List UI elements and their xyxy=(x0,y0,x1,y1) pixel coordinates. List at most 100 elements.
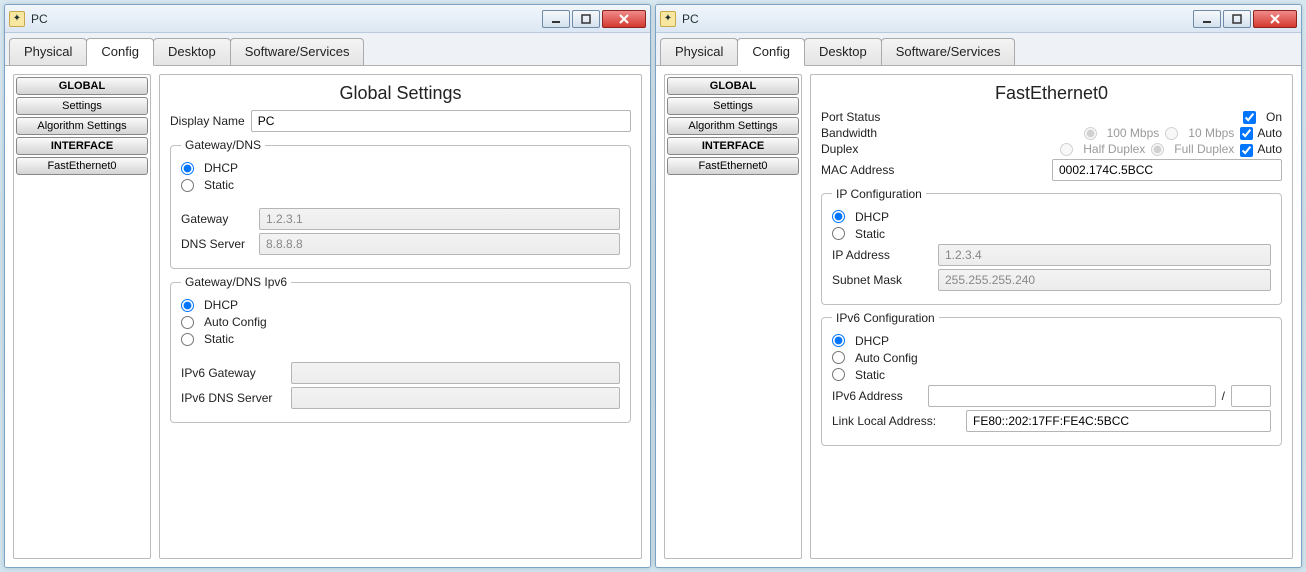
port-status-checkbox[interactable] xyxy=(1243,111,1256,124)
radio-static[interactable] xyxy=(181,179,194,192)
side-fastethernet0[interactable]: FastEthernet0 xyxy=(667,157,799,175)
ipv6-prefix-input[interactable] xyxy=(1231,385,1271,407)
dns-server-input[interactable] xyxy=(259,233,620,255)
ipv6-address-label: IPv6 Address xyxy=(832,389,922,403)
panel-title: Global Settings xyxy=(170,83,631,104)
tab-desktop[interactable]: Desktop xyxy=(153,38,231,65)
side-panel[interactable]: GLOBAL Settings Algorithm Settings INTER… xyxy=(664,74,802,559)
panel-title: FastEthernet0 xyxy=(821,83,1282,104)
app-icon: ✦ xyxy=(660,11,676,27)
ip-address-label: IP Address xyxy=(832,248,932,262)
group-gateway-dns: Gateway/DNS DHCP Static Gateway DNS Serv… xyxy=(170,138,631,269)
radio-static-ipv6[interactable] xyxy=(181,333,194,346)
port-status-label: Port Status xyxy=(821,110,880,124)
radio-ipv6-auto-config[interactable] xyxy=(832,351,845,364)
radio-dhcp[interactable] xyxy=(181,162,194,175)
radio-half-duplex xyxy=(1060,143,1073,156)
bandwidth-auto-checkbox[interactable] xyxy=(1240,127,1253,140)
radio-dhcp-ipv6-label: DHCP xyxy=(204,298,238,312)
side-global-header[interactable]: GLOBAL xyxy=(667,77,799,95)
side-interface-header[interactable]: INTERFACE xyxy=(16,137,148,155)
titlebar[interactable]: ✦ PC xyxy=(5,5,650,33)
tab-bar: Physical Config Desktop Software/Service… xyxy=(5,33,650,66)
side-interface-header[interactable]: INTERFACE xyxy=(667,137,799,155)
radio-ipv6-static-label: Static xyxy=(855,368,885,382)
radio-ipv6-dhcp-label: DHCP xyxy=(855,334,889,348)
radio-10mbps xyxy=(1165,127,1178,140)
bandwidth-auto-label: Auto xyxy=(1257,126,1282,140)
mac-address-input[interactable] xyxy=(1052,159,1282,181)
close-button[interactable] xyxy=(602,10,646,28)
link-local-label: Link Local Address: xyxy=(832,414,960,428)
window-title: PC xyxy=(31,12,48,26)
duplex-auto-checkbox[interactable] xyxy=(1240,144,1253,157)
ipv6-gateway-label: IPv6 Gateway xyxy=(181,366,285,380)
maximize-button[interactable] xyxy=(1223,10,1251,28)
radio-ip-static-label: Static xyxy=(855,227,885,241)
dns-server-label: DNS Server xyxy=(181,237,253,251)
side-algorithm-settings[interactable]: Algorithm Settings xyxy=(667,117,799,135)
side-global-header[interactable]: GLOBAL xyxy=(16,77,148,95)
radio-auto-config-ipv6[interactable] xyxy=(181,316,194,329)
group-gateway-dns-legend: Gateway/DNS xyxy=(181,138,265,152)
window-pc-global: ✦ PC Physical Config Desktop Software/Se… xyxy=(4,4,651,568)
group-gateway-dns-ipv6: Gateway/DNS Ipv6 DHCP Auto Config Static… xyxy=(170,275,631,423)
radio-100mbps-label: 100 Mbps xyxy=(1107,126,1160,140)
link-local-input[interactable] xyxy=(966,410,1271,432)
radio-dhcp-label: DHCP xyxy=(204,161,238,175)
side-algorithm-settings[interactable]: Algorithm Settings xyxy=(16,117,148,135)
tab-physical[interactable]: Physical xyxy=(9,38,87,65)
mac-address-label: MAC Address xyxy=(821,163,894,177)
tab-bar: Physical Config Desktop Software/Service… xyxy=(656,33,1301,66)
port-status-on-label: On xyxy=(1266,110,1282,124)
duplex-auto-label: Auto xyxy=(1257,142,1282,156)
radio-dhcp-ipv6[interactable] xyxy=(181,299,194,312)
main-panel-global: Global Settings Display Name Gateway/DNS… xyxy=(159,74,642,559)
radio-half-duplex-label: Half Duplex xyxy=(1083,142,1145,156)
tab-config[interactable]: Config xyxy=(737,38,805,66)
ipv6-dns-server-input[interactable] xyxy=(291,387,620,409)
subnet-mask-label: Subnet Mask xyxy=(832,273,932,287)
tab-desktop[interactable]: Desktop xyxy=(804,38,882,65)
radio-ipv6-auto-config-label: Auto Config xyxy=(855,351,918,365)
side-fastethernet0[interactable]: FastEthernet0 xyxy=(16,157,148,175)
radio-static-label: Static xyxy=(204,178,234,192)
close-button[interactable] xyxy=(1253,10,1297,28)
gateway-label: Gateway xyxy=(181,212,253,226)
side-panel[interactable]: GLOBAL Settings Algorithm Settings INTER… xyxy=(13,74,151,559)
tab-software-services[interactable]: Software/Services xyxy=(881,38,1016,65)
duplex-label: Duplex xyxy=(821,142,858,156)
display-name-input[interactable] xyxy=(251,110,631,132)
ipv6-dns-server-label: IPv6 DNS Server xyxy=(181,391,285,405)
group-gateway-dns-ipv6-legend: Gateway/DNS Ipv6 xyxy=(181,275,291,289)
radio-ip-dhcp[interactable] xyxy=(832,210,845,223)
minimize-button[interactable] xyxy=(542,10,570,28)
gateway-input[interactable] xyxy=(259,208,620,230)
radio-ip-dhcp-label: DHCP xyxy=(855,210,889,224)
group-ipv6-configuration-legend: IPv6 Configuration xyxy=(832,311,939,325)
tab-config[interactable]: Config xyxy=(86,38,154,66)
main-panel-interface: FastEthernet0 Port Status On Bandwidth 1… xyxy=(810,74,1293,559)
minimize-button[interactable] xyxy=(1193,10,1221,28)
tab-physical[interactable]: Physical xyxy=(660,38,738,65)
radio-ip-static[interactable] xyxy=(832,227,845,240)
side-settings[interactable]: Settings xyxy=(16,97,148,115)
ipv6-gateway-input[interactable] xyxy=(291,362,620,384)
ipv6-prefix-separator: / xyxy=(1222,389,1225,403)
radio-static-ipv6-label: Static xyxy=(204,332,234,346)
radio-full-duplex-label: Full Duplex xyxy=(1174,142,1234,156)
side-settings[interactable]: Settings xyxy=(667,97,799,115)
group-ipv6-configuration: IPv6 Configuration DHCP Auto Config Stat… xyxy=(821,311,1282,446)
radio-ipv6-dhcp[interactable] xyxy=(832,334,845,347)
ipv6-address-input[interactable] xyxy=(928,385,1216,407)
subnet-mask-input[interactable] xyxy=(938,269,1271,291)
radio-auto-config-ipv6-label: Auto Config xyxy=(204,315,267,329)
radio-ipv6-static[interactable] xyxy=(832,368,845,381)
tab-software-services[interactable]: Software/Services xyxy=(230,38,365,65)
radio-10mbps-label: 10 Mbps xyxy=(1188,126,1234,140)
window-pc-interface: ✦ PC Physical Config Desktop Software/Se… xyxy=(655,4,1302,568)
radio-full-duplex xyxy=(1151,143,1164,156)
maximize-button[interactable] xyxy=(572,10,600,28)
titlebar[interactable]: ✦ PC xyxy=(656,5,1301,33)
ip-address-input[interactable] xyxy=(938,244,1271,266)
